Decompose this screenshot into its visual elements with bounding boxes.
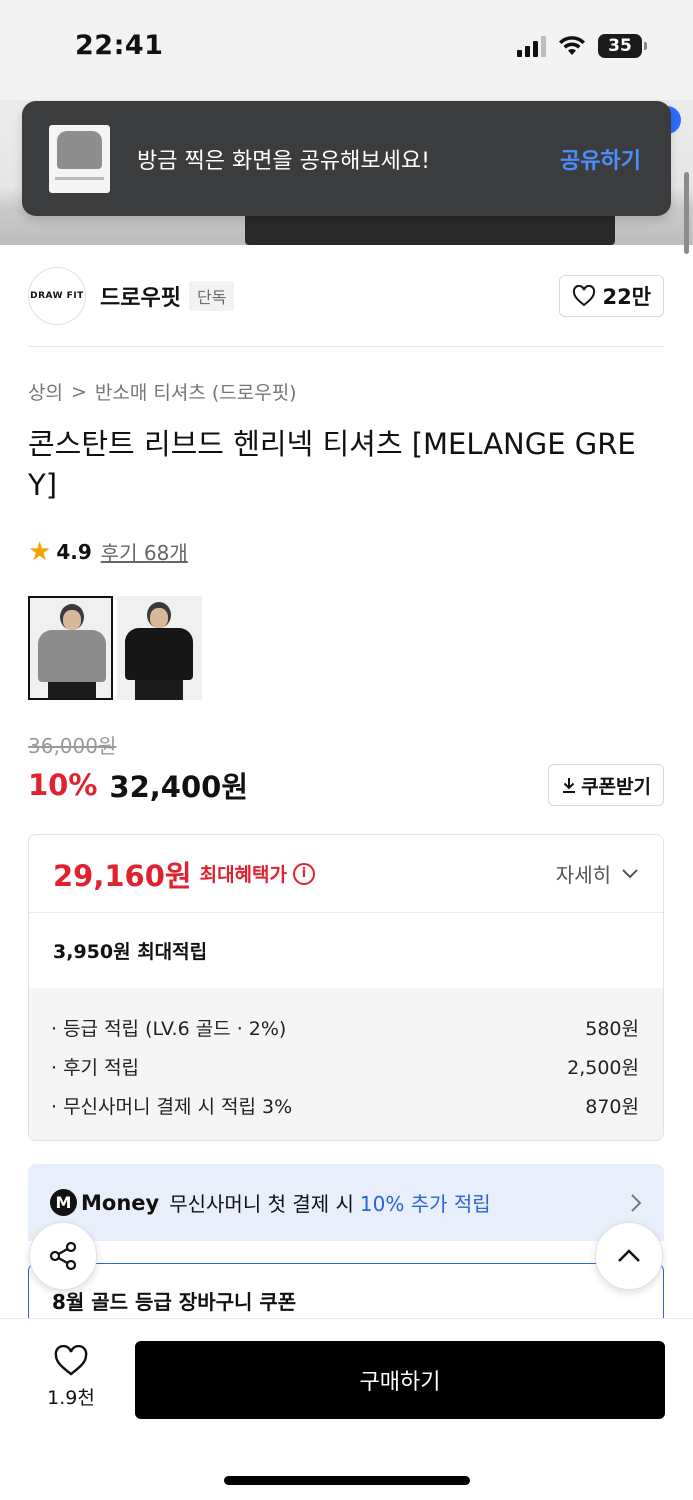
share-icon <box>49 1241 77 1271</box>
thumbnail-grey[interactable] <box>28 596 113 700</box>
chevron-up-icon <box>618 1249 640 1262</box>
benefit-box: 29,160원 최대혜택가 i 자세히 3,950원 최대적립 · 등급 적립 … <box>28 834 664 1141</box>
detail-label: 자세히 <box>555 863 611 887</box>
rating: ★ 4.9 후기 68개 <box>28 537 188 566</box>
points-list: · 등급 적립 (LV.6 골드 · 2%) 580원 · 후기 적립 2,50… <box>29 988 663 1140</box>
scroll-top-button[interactable] <box>595 1222 663 1290</box>
heart-icon <box>54 1344 88 1376</box>
breadcrumb: 상의 > 반소매 티셔츠 (드로우핏) <box>28 378 297 405</box>
screenshot-share-toast: 방금 찍은 화면을 공유해보세요! 공유하기 <box>22 101 671 216</box>
brand-logo[interactable]: DRAW FIT <box>28 267 86 325</box>
status-time: 22:41 <box>75 30 164 61</box>
brand-like-count: 22만 <box>602 285 651 309</box>
money-logo-icon: M <box>50 1189 77 1216</box>
point-value: 870원 <box>585 1096 639 1118</box>
home-indicator <box>224 1476 470 1485</box>
coupon-download-label: 쿠폰받기 <box>581 775 651 798</box>
point-row: · 후기 적립 2,500원 <box>51 1047 639 1086</box>
brand-like-button[interactable]: 22만 <box>559 275 664 317</box>
divider <box>28 346 664 347</box>
battery-level: 35 <box>598 34 642 58</box>
share-button[interactable]: 공유하기 <box>560 143 641 175</box>
discount-rate: 10% <box>28 768 98 802</box>
money-banner-accent: 10% 추가 적립 <box>359 1192 491 1216</box>
share-fab-button[interactable] <box>29 1222 97 1290</box>
brand-row: DRAW FIT 드로우핏 단독 22만 <box>28 266 664 326</box>
buy-button[interactable]: 구매하기 <box>135 1341 665 1419</box>
download-icon <box>563 778 576 793</box>
star-icon: ★ <box>28 536 52 567</box>
status-bar: 22:41 35 <box>0 0 693 100</box>
rating-score: 4.9 <box>56 539 92 564</box>
coupon-download-button[interactable]: 쿠폰받기 <box>548 764 664 806</box>
brand-exclusive-tag: 단독 <box>188 281 235 311</box>
point-label: · 등급 적립 (LV.6 골드 · 2%) <box>51 1018 287 1040</box>
wifi-icon <box>559 36 585 55</box>
brand-name[interactable]: 드로우핏 <box>100 280 181 312</box>
breadcrumb-category[interactable]: 상의 <box>28 378 63 405</box>
coupon-card-title: 8월 골드 등급 장바구니 쿠폰 <box>52 1290 297 1314</box>
benefit-header: 29,160원 최대혜택가 i 자세히 <box>29 835 663 913</box>
reviews-link[interactable]: 후기 68개 <box>101 537 188 566</box>
chevron-right-icon <box>631 1193 642 1212</box>
max-benefit-label: 최대혜택가 <box>199 864 287 886</box>
point-label: · 후기 적립 <box>51 1057 140 1079</box>
point-total: 3,950원 최대적립 <box>53 941 208 963</box>
musinsa-money-banner[interactable]: M Money 무신사머니 첫 결제 시 10% 추가 적립 <box>28 1164 664 1241</box>
point-value: 2,500원 <box>567 1057 639 1079</box>
toast-message: 방금 찍은 화면을 공유해보세요! <box>137 148 430 174</box>
max-benefit-price: 29,160원 <box>53 858 192 893</box>
info-icon[interactable]: i <box>293 862 315 885</box>
money-word: Money <box>81 1190 160 1215</box>
money-banner-text: 무신사머니 첫 결제 시 <box>169 1192 354 1216</box>
scrollbar[interactable] <box>684 172 689 254</box>
product-title: 콘스탄트 리브드 헨리넥 티셔츠 [MELANGE GREY] <box>28 427 636 502</box>
benefit-detail-toggle[interactable]: 자세히 <box>556 859 639 888</box>
screenshot-thumbnail[interactable] <box>49 124 110 193</box>
price-row: 10% 32,400원 쿠폰받기 <box>28 764 664 806</box>
thumbnail-black[interactable] <box>117 596 202 700</box>
wishlist-count: 1.9천 <box>47 1387 95 1409</box>
sale-price: 32,400원 <box>109 770 249 804</box>
point-row: · 무신사머니 결제 시 적립 3% 870원 <box>51 1086 639 1125</box>
original-price: 36,000원 <box>28 734 117 758</box>
cellular-signal-icon <box>517 35 546 57</box>
point-label: · 무신사머니 결제 시 적립 3% <box>51 1096 293 1118</box>
chevron-down-icon <box>622 868 638 878</box>
point-value: 580원 <box>585 1018 639 1040</box>
battery-icon: 35 <box>598 34 647 58</box>
breadcrumb-subcategory[interactable]: 반소매 티셔츠 (드로우핏) <box>95 378 297 405</box>
heart-icon <box>573 285 596 307</box>
breadcrumb-separator-icon: > <box>70 380 87 403</box>
bottom-purchase-bar: 1.9천 구매하기 <box>0 1318 693 1500</box>
wishlist-button[interactable]: 1.9천 <box>40 1344 102 1410</box>
point-row: · 등급 적립 (LV.6 골드 · 2%) 580원 <box>51 1008 639 1047</box>
status-icons: 35 <box>517 34 647 58</box>
color-thumbnails <box>28 596 202 700</box>
